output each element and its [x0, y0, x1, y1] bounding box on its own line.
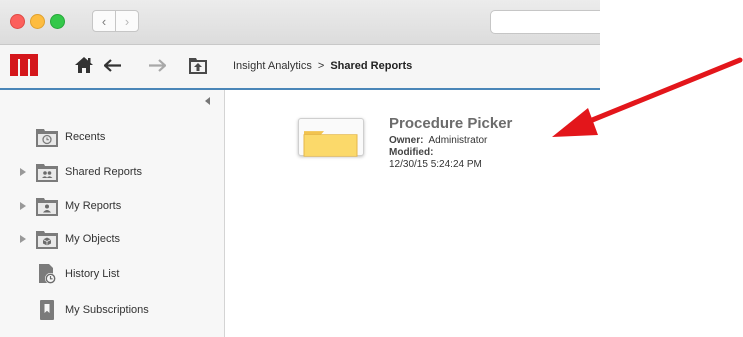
expand-triangle-icon[interactable]	[20, 202, 26, 210]
sidebar-item-shared-reports[interactable]: Shared Reports	[0, 156, 224, 188]
sidebar-item-history-list[interactable]: History List	[0, 258, 224, 290]
breadcrumb: Insight Analytics > Shared Reports	[233, 60, 412, 72]
owner-line: Owner: Administrator	[389, 135, 487, 146]
chevron-left-icon: ‹	[101, 13, 107, 29]
breadcrumb-separator: >	[317, 60, 325, 72]
sidebar-item-my-reports[interactable]: My Reports	[0, 190, 224, 222]
home-icon[interactable]	[74, 56, 94, 74]
shared-reports-folder-icon	[36, 164, 58, 182]
sidebar-item-my-subscriptions[interactable]: My Subscriptions	[0, 294, 224, 326]
browser-window: ‹ › Insight Analytics > Shared Reports R…	[0, 0, 600, 337]
back-arrow-icon[interactable]	[104, 59, 122, 72]
owner-label: Owner:	[389, 135, 424, 146]
sidebar-item-label: My Reports	[65, 200, 122, 212]
modified-value: 12/30/15 5:24:24 PM	[389, 159, 482, 170]
zoom-window-button[interactable]	[50, 14, 65, 29]
sidebar-item-label: Recents	[65, 131, 106, 143]
forward-arrow-icon[interactable]	[148, 59, 166, 72]
annotation-arrow-icon	[552, 57, 743, 137]
sidebar-item-label: Shared Reports	[65, 166, 143, 178]
browser-forward-button[interactable]: ›	[115, 10, 139, 32]
up-folder-icon[interactable]	[188, 55, 208, 75]
sidebar-item-recents[interactable]: Recents	[0, 121, 224, 153]
minimize-window-button[interactable]	[30, 14, 45, 29]
my-objects-folder-icon	[36, 231, 58, 249]
modified-line: Modified:	[389, 147, 433, 158]
sidebar-item-label: My Subscriptions	[65, 304, 149, 316]
item-name[interactable]: Procedure Picker	[389, 115, 512, 132]
chevron-right-icon: ›	[124, 13, 130, 29]
address-bar[interactable]	[490, 10, 600, 34]
breadcrumb-current: Shared Reports	[330, 60, 413, 72]
collapse-sidebar-icon[interactable]	[205, 97, 210, 105]
close-window-button[interactable]	[10, 14, 25, 29]
sidebar-item-label: My Objects	[65, 233, 121, 245]
browser-back-button[interactable]: ‹	[92, 10, 116, 32]
subscriptions-icon	[40, 300, 54, 320]
folder-icon	[303, 131, 358, 157]
modified-label: Modified:	[389, 147, 434, 158]
sidebar-item-my-objects[interactable]: My Objects	[0, 223, 224, 255]
sidebar-item-label: History List	[65, 268, 120, 280]
my-reports-folder-icon	[36, 198, 58, 216]
breadcrumb-root[interactable]: Insight Analytics	[233, 60, 312, 72]
microstrategy-logo-icon[interactable]	[10, 54, 38, 76]
history-list-icon	[39, 264, 56, 284]
expand-triangle-icon[interactable]	[20, 235, 26, 243]
recents-folder-icon	[36, 129, 58, 147]
expand-triangle-icon[interactable]	[20, 168, 26, 176]
owner-value: Administrator	[428, 135, 488, 146]
